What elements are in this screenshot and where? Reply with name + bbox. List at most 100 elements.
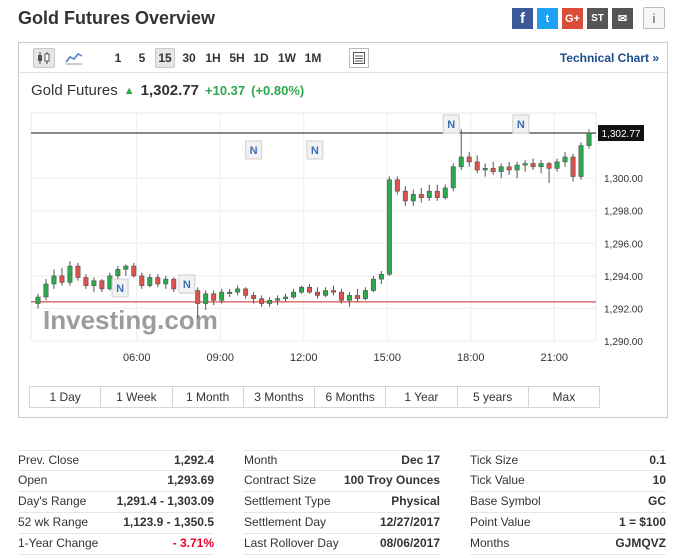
interval-button-3[interactable]: 30 [179,48,199,68]
range-button-1[interactable]: 1 Week [101,387,173,407]
news-marker-label[interactable]: N [517,119,525,131]
twitter-icon[interactable]: t [537,8,558,29]
candle-body [354,295,360,299]
candle-body [131,265,137,277]
candle-body [147,277,153,286]
news-marker-label[interactable]: N [116,283,124,295]
interval-button-2[interactable]: 15 [155,48,175,68]
stats-column-1: Prev. Close 1,292.4 Open 1,293.69 Day's Rang… [18,450,214,555]
candle-body [35,296,41,304]
stat-value: Physical [391,494,440,508]
candle-body [474,161,480,171]
interval-button-8[interactable]: 1M [301,48,325,68]
candle-body [163,278,169,285]
price-change: +10.37 [205,83,246,98]
stocktwits-icon[interactable]: ST [587,8,608,29]
news-marker-label[interactable]: N [447,119,455,131]
candle-body [386,179,392,275]
info-icon[interactable]: i [643,7,665,29]
candle-body [498,166,504,172]
candle-body [434,190,440,198]
interval-button-4[interactable]: 1H [203,48,223,68]
instrument-name: Gold Futures [31,82,118,99]
news-marker[interactable]: N [111,278,129,298]
candle-body [402,190,408,202]
stat-row: Months GJMQVZ [470,534,666,555]
range-button-3[interactable]: 3 Months [244,387,315,407]
stat-value: 1,292.4 [173,453,214,467]
candle-body [346,295,352,301]
facebook-icon[interactable]: f [512,8,533,29]
candle-body [586,132,592,146]
area-chart-icon[interactable] [63,48,85,68]
interval-button-6[interactable]: 1D [251,48,271,68]
candle-body [330,290,336,293]
candle-body [67,265,73,283]
candle-body [219,291,225,301]
candle-body [155,277,161,285]
google-plus-icon[interactable]: G+ [562,8,583,29]
candle-body [314,291,320,296]
range-button-5[interactable]: 1 Year [386,387,458,407]
y-tick-label: 1,298.00 [604,207,643,218]
interval-button-0[interactable]: 1 [111,48,125,68]
range-button-2[interactable]: 1 Month [173,387,244,407]
investing-watermark: Investing.com [43,305,218,335]
candle-body [370,278,376,291]
candle-body [522,163,528,166]
news-marker-label[interactable]: N [250,145,258,157]
candle-body [99,280,105,290]
stat-label: Prev. Close [18,453,80,467]
candle-body [123,265,129,270]
news-marker[interactable]: N [245,140,263,160]
stat-label: Tick Value [470,473,525,487]
news-marker[interactable]: N [512,114,530,134]
stat-row: Contract Size 100 Troy Ounces [244,471,440,492]
price-chart[interactable]: 1,290.00 1,292.00 1,294.00 1,296.00 1,298.00… [19,105,667,381]
last-price-label: 1,302.77 [602,129,641,140]
table-view-icon[interactable] [349,48,369,68]
candle-body [418,194,424,198]
range-button-4[interactable]: 6 Months [315,387,387,407]
range-button-7[interactable]: Max [529,387,599,407]
last-price: 1,302.77 [140,82,199,99]
stat-label: Tick Size [470,453,519,467]
technical-chart-link[interactable]: Technical Chart » [560,51,659,65]
candle-body [538,163,544,168]
x-tick-label: 21:00 [540,352,568,364]
candle-body [322,290,328,296]
stat-row: Tick Size 0.1 [470,450,666,471]
interval-button-1[interactable]: 5 [135,48,149,68]
mail-icon[interactable]: ✉ [612,8,633,29]
stat-label: Settlement Type [244,494,331,508]
candle-body [195,290,201,304]
candle-body [91,280,97,286]
stat-value: 1,293.69 [167,473,214,487]
news-marker[interactable]: N [178,274,196,294]
stat-row: Tick Value 10 [470,471,666,492]
candle-body [578,145,584,177]
candle-body [51,275,57,285]
candle-body [59,275,65,283]
news-marker[interactable]: N [442,114,460,134]
interval-button-7[interactable]: 1W [275,48,299,68]
stat-label: Point Value [470,515,531,529]
candle-body [482,168,488,171]
stat-row: Settlement Type Physical [244,492,440,513]
candle-body [490,168,496,172]
candle-body [394,179,400,192]
range-button-0[interactable]: 1 Day [30,387,102,407]
candle-body [259,298,265,304]
candle-body [410,194,416,202]
news-marker-label[interactable]: N [311,145,319,157]
news-marker-label[interactable]: N [183,279,191,291]
candle-body [75,265,81,278]
x-tick-label: 09:00 [206,352,234,364]
candle-body [83,277,89,286]
candle-body [466,156,472,163]
range-button-6[interactable]: 5 years [458,387,529,407]
interval-button-5[interactable]: 5H [227,48,247,68]
candlestick-chart-icon[interactable] [33,48,55,68]
news-marker[interactable]: N [306,140,324,160]
stat-value: 1,123.9 - 1,350.5 [123,515,214,529]
